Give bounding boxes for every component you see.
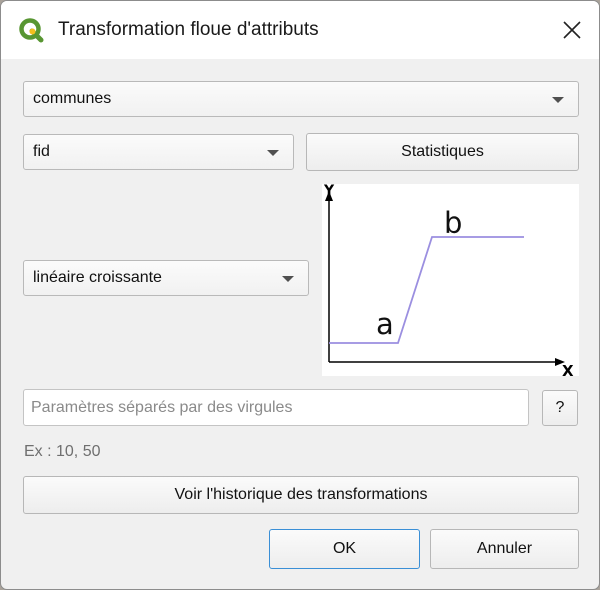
statistics-button[interactable]: Statistiques (306, 133, 579, 171)
function-combo-value: linéaire croissante (33, 269, 162, 286)
qgis-logo-icon (19, 18, 44, 43)
title-bar: Transformation floue d'attributs (1, 1, 599, 59)
function-combo[interactable]: linéaire croissante (23, 260, 309, 296)
chevron-down-icon (552, 97, 564, 103)
chevron-down-icon (282, 276, 294, 282)
example-text: Ex : 10, 50 (24, 443, 101, 460)
parameters-input[interactable] (23, 389, 529, 426)
layer-combo-value: communes (33, 90, 112, 107)
ok-button[interactable]: OK (269, 529, 420, 569)
point-b-label: b (444, 206, 462, 240)
close-icon[interactable] (553, 11, 591, 49)
transformation-graph: Y X a b (322, 183, 579, 380)
x-axis-label: X (562, 362, 574, 376)
cancel-button[interactable]: Annuler (430, 529, 579, 569)
dialog-window: Transformation floue d'attributs commune… (0, 0, 600, 590)
field-combo-value: fid (33, 143, 50, 160)
history-button[interactable]: Voir l'historique des transformations (23, 476, 579, 514)
layer-combo[interactable]: communes (23, 81, 579, 117)
membership-curve (329, 236, 524, 344)
transformation-graph-svg: Y X a b (323, 183, 574, 380)
chevron-down-icon (267, 150, 279, 156)
window-title: Transformation floue d'attributs (58, 19, 319, 40)
y-axis-label: Y (323, 184, 335, 199)
help-button[interactable]: ? (542, 390, 578, 426)
point-a-label: a (376, 307, 394, 341)
field-combo[interactable]: fid (23, 134, 294, 170)
